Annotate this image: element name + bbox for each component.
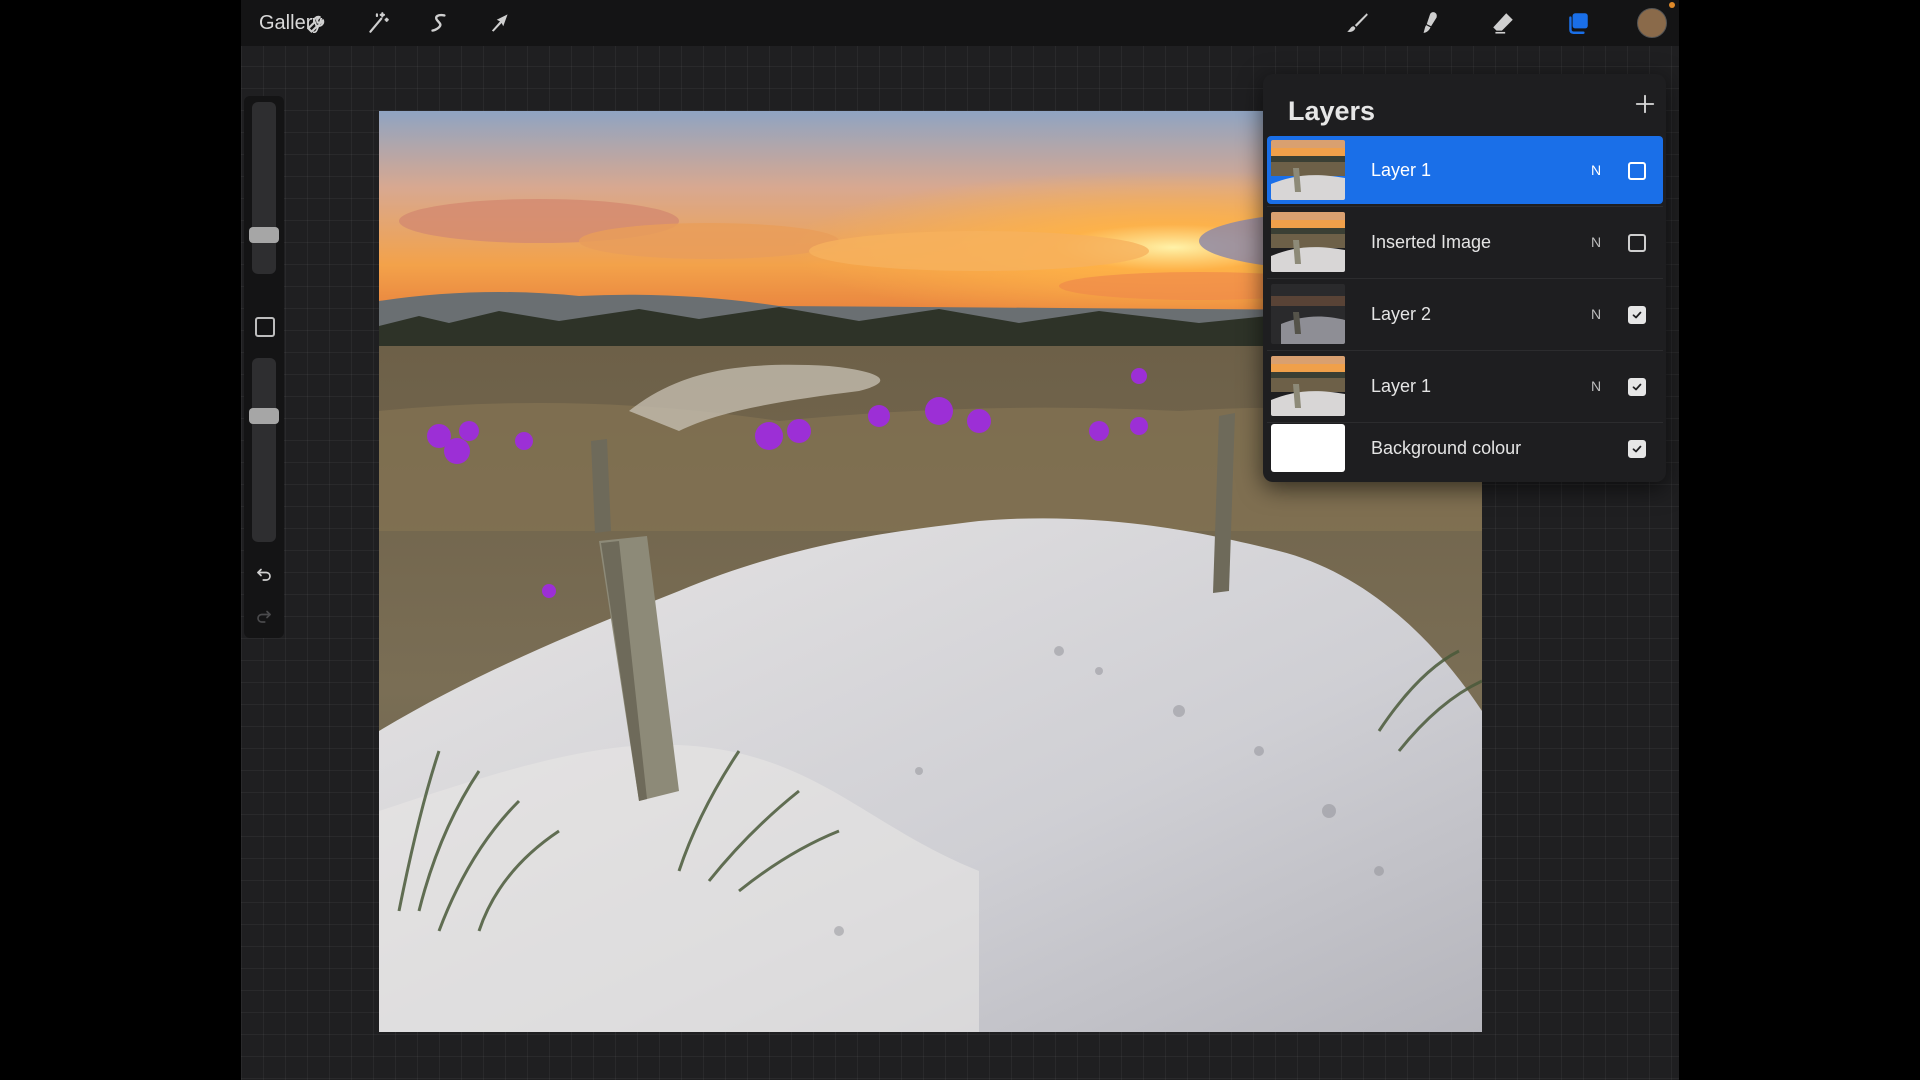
layer-row[interactable]: Layer 1 N xyxy=(1267,136,1663,207)
layer-blend-mode[interactable]: N xyxy=(1591,376,1601,396)
brush-icon[interactable] xyxy=(1341,7,1373,39)
brush-opacity-thumb[interactable] xyxy=(249,408,279,424)
layer-row-background-colour[interactable]: Background colour xyxy=(1267,420,1663,476)
layer-blend-mode[interactable]: N xyxy=(1591,232,1601,252)
layer-thumbnail xyxy=(1271,356,1345,416)
layer-row[interactable]: Inserted Image N xyxy=(1267,208,1663,279)
modify-button[interactable] xyxy=(255,317,275,337)
layer-thumbnail xyxy=(1271,212,1345,272)
eraser-icon[interactable] xyxy=(1487,7,1519,39)
layer-row[interactable]: Layer 1 N xyxy=(1267,352,1663,423)
layer-visibility-checkbox[interactable] xyxy=(1628,440,1646,458)
top-toolbar: Gallery xyxy=(241,0,1679,46)
layer-divider xyxy=(1267,278,1663,279)
brush-opacity-slider[interactable] xyxy=(249,358,279,542)
layers-icon[interactable] xyxy=(1562,7,1594,39)
actions-wrench-icon[interactable] xyxy=(301,7,333,39)
plus-icon[interactable] xyxy=(1629,88,1661,120)
brush-size-thumb[interactable] xyxy=(249,227,279,243)
layer-divider xyxy=(1267,350,1663,351)
left-sidebar xyxy=(244,96,284,638)
redo-icon[interactable] xyxy=(253,605,275,627)
layer-name: Layer 2 xyxy=(1371,304,1432,324)
selection-s-icon[interactable] xyxy=(423,7,455,39)
layer-row[interactable]: Layer 2 N xyxy=(1267,280,1663,351)
procreate-app: Gallery Layers Layer 1 N Inserted Image … xyxy=(241,0,1679,1080)
layer-visibility-checkbox[interactable] xyxy=(1628,162,1646,180)
layer-thumbnail xyxy=(1271,424,1345,472)
undo-icon[interactable] xyxy=(253,563,275,585)
layers-panel: Layers Layer 1 N Inserted Image N Layer … xyxy=(1263,74,1666,482)
transform-arrow-icon[interactable] xyxy=(484,7,516,39)
layer-visibility-checkbox[interactable] xyxy=(1628,306,1646,324)
brush-size-slider[interactable] xyxy=(249,102,279,274)
layer-divider xyxy=(1267,206,1663,207)
adjustments-wand-icon[interactable] xyxy=(362,7,394,39)
layer-name: Layer 1 xyxy=(1371,160,1432,180)
layer-thumbnail xyxy=(1271,140,1345,200)
current-color-swatch[interactable] xyxy=(1637,8,1667,38)
smudge-icon[interactable] xyxy=(1414,7,1446,39)
notification-dot xyxy=(1669,2,1675,8)
layer-name: Background colour xyxy=(1371,438,1522,458)
layer-visibility-checkbox[interactable] xyxy=(1628,378,1646,396)
layer-name: Layer 1 xyxy=(1371,376,1432,396)
layer-blend-mode[interactable]: N xyxy=(1591,304,1601,324)
layer-visibility-checkbox[interactable] xyxy=(1628,234,1646,252)
layer-blend-mode[interactable]: N xyxy=(1591,160,1601,180)
layer-thumbnail xyxy=(1271,284,1345,344)
layer-name: Inserted Image xyxy=(1371,232,1492,252)
layers-panel-title: Layers xyxy=(1288,96,1376,126)
